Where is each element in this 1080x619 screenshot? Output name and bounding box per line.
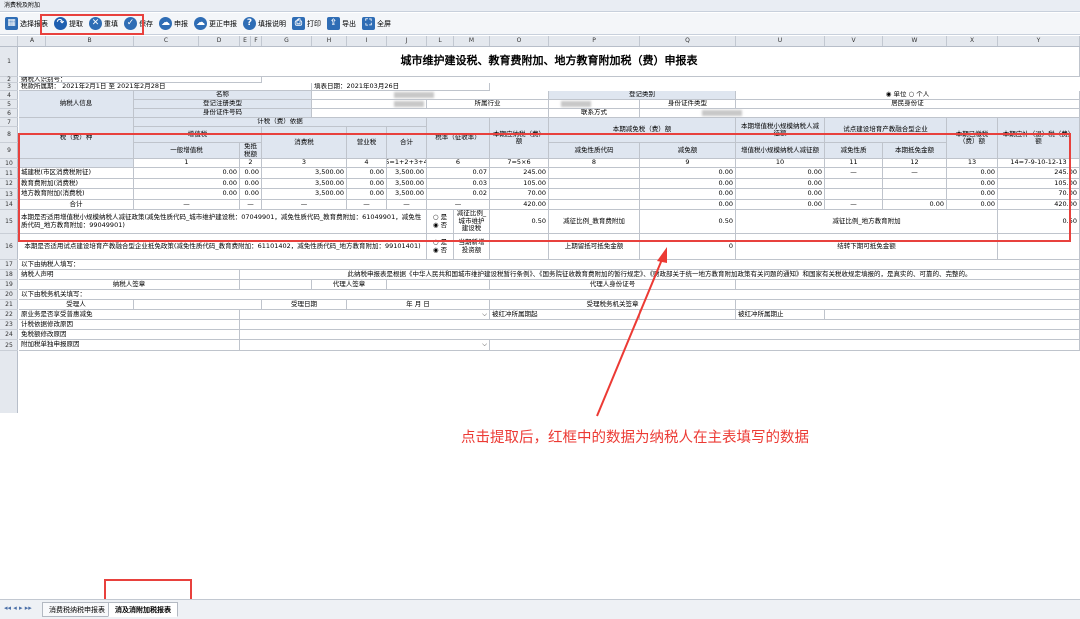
tab-surcharge[interactable]: 消及消附加税报表 xyxy=(108,602,178,617)
tab-consumption-tax[interactable]: 消费税纳税申报表 xyxy=(42,602,112,617)
app-window: { "window":{"title":"消费税及附加"}, "toolbar"… xyxy=(0,0,1080,619)
annotation-arrow xyxy=(596,247,667,417)
annotation-text: 点击提取后，红框中的数据为纳税人在主表填写的数据 xyxy=(461,430,809,446)
tab-nav-arrows[interactable]: ◂◂ ◂ ▸ ▸▸ xyxy=(4,604,32,612)
sheet-tab-bar: ◂◂ ◂ ▸ ▸▸ 消费税纳税申报表 消及消附加税报表 xyxy=(0,599,1080,619)
